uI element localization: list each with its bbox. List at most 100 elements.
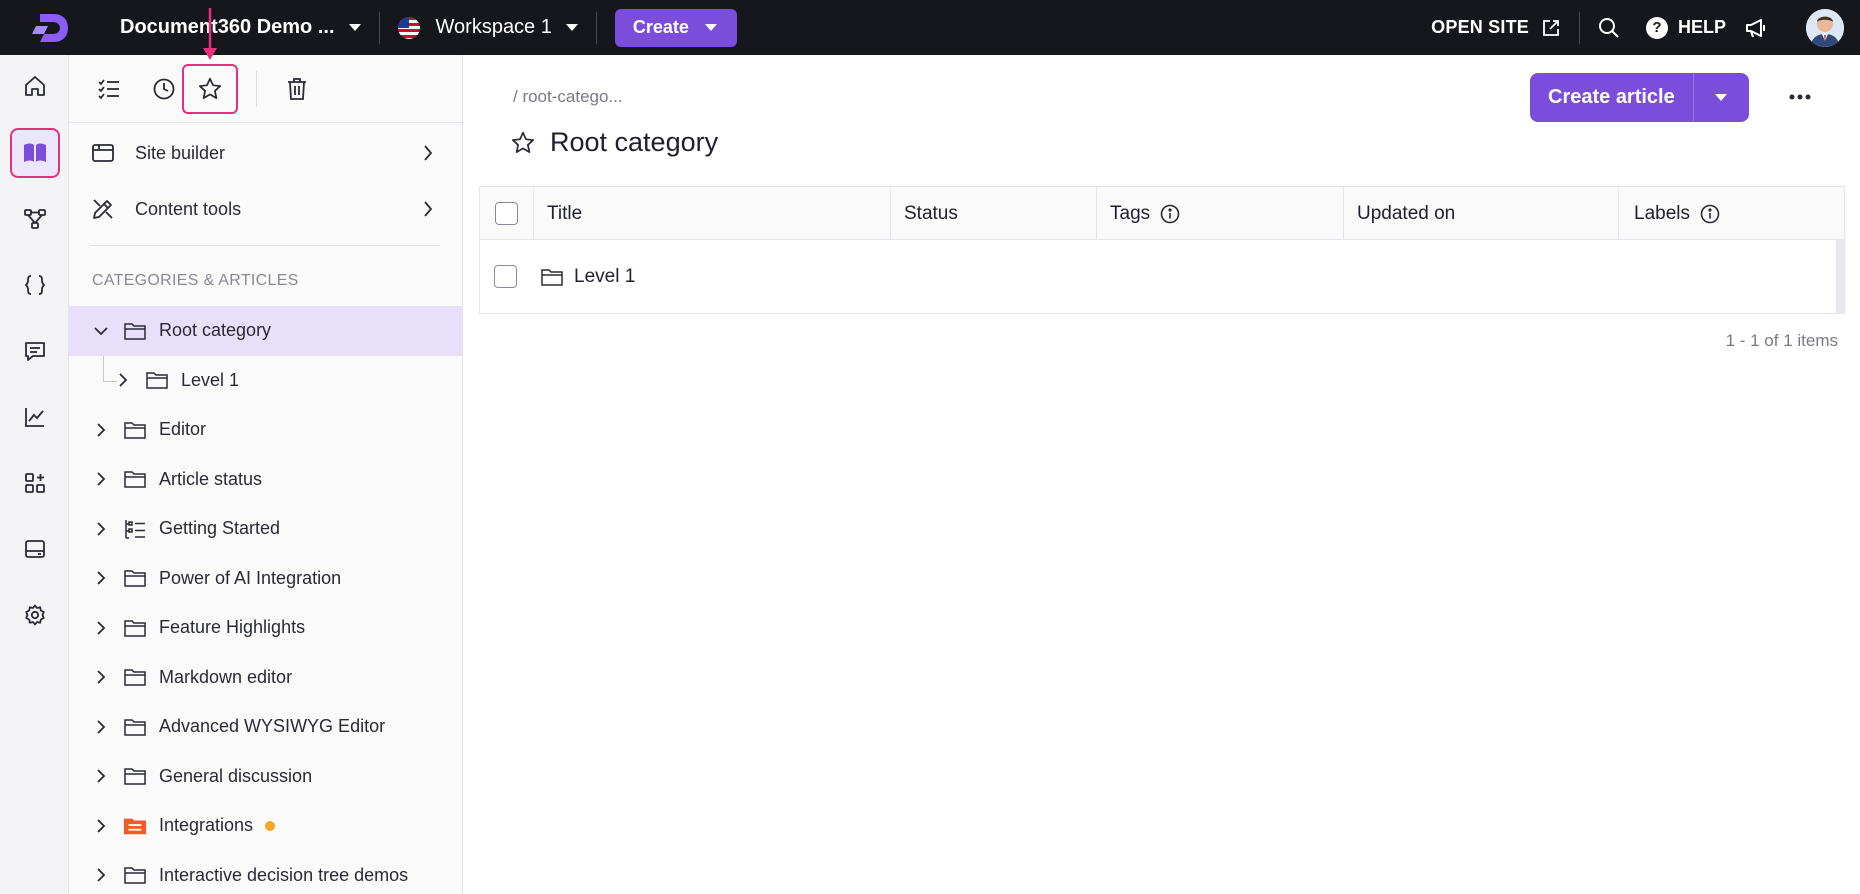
chevron-right-icon[interactable] [91, 568, 111, 588]
chevron-right-icon [424, 145, 433, 161]
row-title[interactable]: Level 1 [540, 266, 635, 288]
column-header-status[interactable]: Status [891, 187, 1097, 240]
folder-icon [123, 666, 147, 688]
tree-item-level-1[interactable]: Level 1 [69, 355, 462, 406]
column-header-tags[interactable]: Tags [1097, 187, 1344, 240]
sidebar: Site builder Content tools CATEGORIES & … [69, 55, 463, 894]
tree-item-advanced-wysiwyg-editor[interactable]: Advanced WYSIWYG Editor [69, 702, 462, 752]
tree-item-markdown-editor[interactable]: Markdown editor [69, 653, 462, 703]
help-button[interactable]: ? HELP [1645, 16, 1726, 39]
toolbar-divider [256, 71, 257, 107]
page-title: Root category [510, 127, 718, 158]
tree-item-article-status[interactable]: Article status [69, 455, 462, 505]
divider [378, 11, 380, 44]
chevron-right-icon[interactable] [91, 519, 111, 539]
select-all-checkbox[interactable] [495, 202, 518, 225]
create-button[interactable]: Create [614, 8, 737, 47]
tree-item-root-category[interactable]: Root category [69, 306, 462, 356]
rail-widgets[interactable] [10, 524, 60, 574]
chevron-down-icon [704, 24, 717, 31]
chevron-right-icon[interactable] [91, 766, 111, 786]
rail-documentation[interactable] [10, 128, 60, 178]
pagination-summary: 1 - 1 of 1 items [1725, 331, 1838, 350]
table-row[interactable]: Level 1 [480, 240, 1844, 313]
tree-item-interactive-decision-tree-demos[interactable]: Interactive decision tree demos [69, 851, 462, 894]
column-header-label: Labels [1634, 202, 1690, 224]
create-article-dropdown[interactable] [1692, 73, 1749, 122]
column-header-label: Title [547, 202, 583, 224]
document360-logo-icon[interactable] [28, 4, 76, 52]
table-scrollbar[interactable] [1836, 240, 1844, 313]
chevron-right-icon[interactable] [91, 469, 111, 489]
folder-icon [123, 765, 147, 787]
column-header-labels[interactable]: Labels [1619, 187, 1838, 240]
chevron-right-icon[interactable] [91, 865, 111, 885]
top-right-actions: OPEN SITE ? HELP [1431, 0, 1860, 55]
open-site-link[interactable]: OPEN SITE [1431, 17, 1561, 38]
folder-icon [123, 567, 147, 589]
tree-item-integrations[interactable]: Integrations [69, 801, 462, 851]
star-outline-icon[interactable] [510, 130, 536, 156]
folder-icon [123, 320, 147, 342]
folder-icon [123, 419, 147, 441]
create-article-button-group: Create article [1530, 73, 1749, 122]
tree-item-editor[interactable]: Editor [69, 405, 462, 455]
chevron-down-icon[interactable] [91, 321, 111, 341]
select-all-cell [480, 187, 534, 240]
column-header-updated-on[interactable]: Updated on [1344, 187, 1619, 240]
column-header-label: Tags [1110, 202, 1151, 224]
rail-workflow[interactable] [10, 194, 60, 244]
content-tools-item[interactable]: Content tools [69, 181, 462, 237]
announcement-icon[interactable] [1744, 17, 1768, 39]
tree-item-label: Article status [159, 468, 263, 489]
more-options-button[interactable] [1782, 81, 1818, 113]
row-title-text: Level 1 [574, 265, 636, 287]
rail-settings[interactable] [10, 590, 60, 640]
site-builder-item[interactable]: Site builder [69, 125, 462, 181]
info-icon[interactable] [1700, 204, 1720, 224]
tree-item-label: Root category [159, 320, 272, 341]
tree-item-power-of-ai-integration[interactable]: Power of AI Integration [69, 554, 462, 604]
divider [1578, 11, 1580, 44]
search-icon[interactable] [1598, 17, 1620, 39]
all-articles-icon [98, 79, 119, 100]
workspace-selector[interactable]: Workspace 1 [397, 16, 578, 39]
rail-home[interactable] [10, 61, 60, 111]
tree-item-getting-started[interactable]: Getting Started [69, 504, 462, 554]
help-icon: ? [1645, 16, 1668, 39]
browser-window-icon [91, 141, 115, 165]
chevron-right-icon[interactable] [91, 717, 111, 737]
top-bar: Document360 Demo ... Workspace 1 Create … [0, 0, 1860, 55]
page-folder-icon [123, 815, 147, 837]
more-horizontal-icon [1789, 94, 1811, 100]
chevron-right-icon[interactable] [91, 420, 111, 440]
integrations-icon [25, 473, 45, 493]
rail-analytics[interactable] [10, 392, 60, 442]
starred-button[interactable] [182, 64, 238, 114]
sidebar-toolbar [69, 55, 462, 123]
column-header-title[interactable]: Title [534, 187, 891, 240]
us-flag-icon [397, 16, 420, 39]
rail-api[interactable] [10, 260, 60, 310]
chevron-right-icon[interactable] [91, 618, 111, 638]
row-checkbox[interactable] [494, 265, 517, 288]
tree-item-general-discussion[interactable]: General discussion [69, 752, 462, 802]
info-icon[interactable] [1160, 204, 1180, 224]
tree-item-label: Getting Started [159, 518, 281, 539]
tree-item-label: Integrations [159, 815, 254, 836]
create-article-button[interactable]: Create article [1530, 73, 1693, 122]
rail-feedback[interactable] [10, 326, 60, 376]
user-avatar[interactable] [1806, 8, 1844, 47]
project-selector[interactable]: Document360 Demo ... [120, 16, 361, 39]
content-tools-label: Content tools [135, 198, 242, 219]
home-icon [25, 76, 45, 96]
tree-item-feature-highlights[interactable]: Feature Highlights [69, 603, 462, 653]
chevron-right-icon[interactable] [91, 667, 111, 687]
external-link-icon [1543, 19, 1559, 36]
recycle-bin-button[interactable] [269, 64, 325, 114]
rail-integrations[interactable] [10, 458, 60, 508]
all-articles-button[interactable] [81, 64, 137, 114]
chevron-right-icon[interactable] [91, 816, 111, 836]
breadcrumb[interactable]: / root-catego... [513, 87, 623, 107]
tree-item-label: Interactive decision tree demos [159, 864, 409, 885]
